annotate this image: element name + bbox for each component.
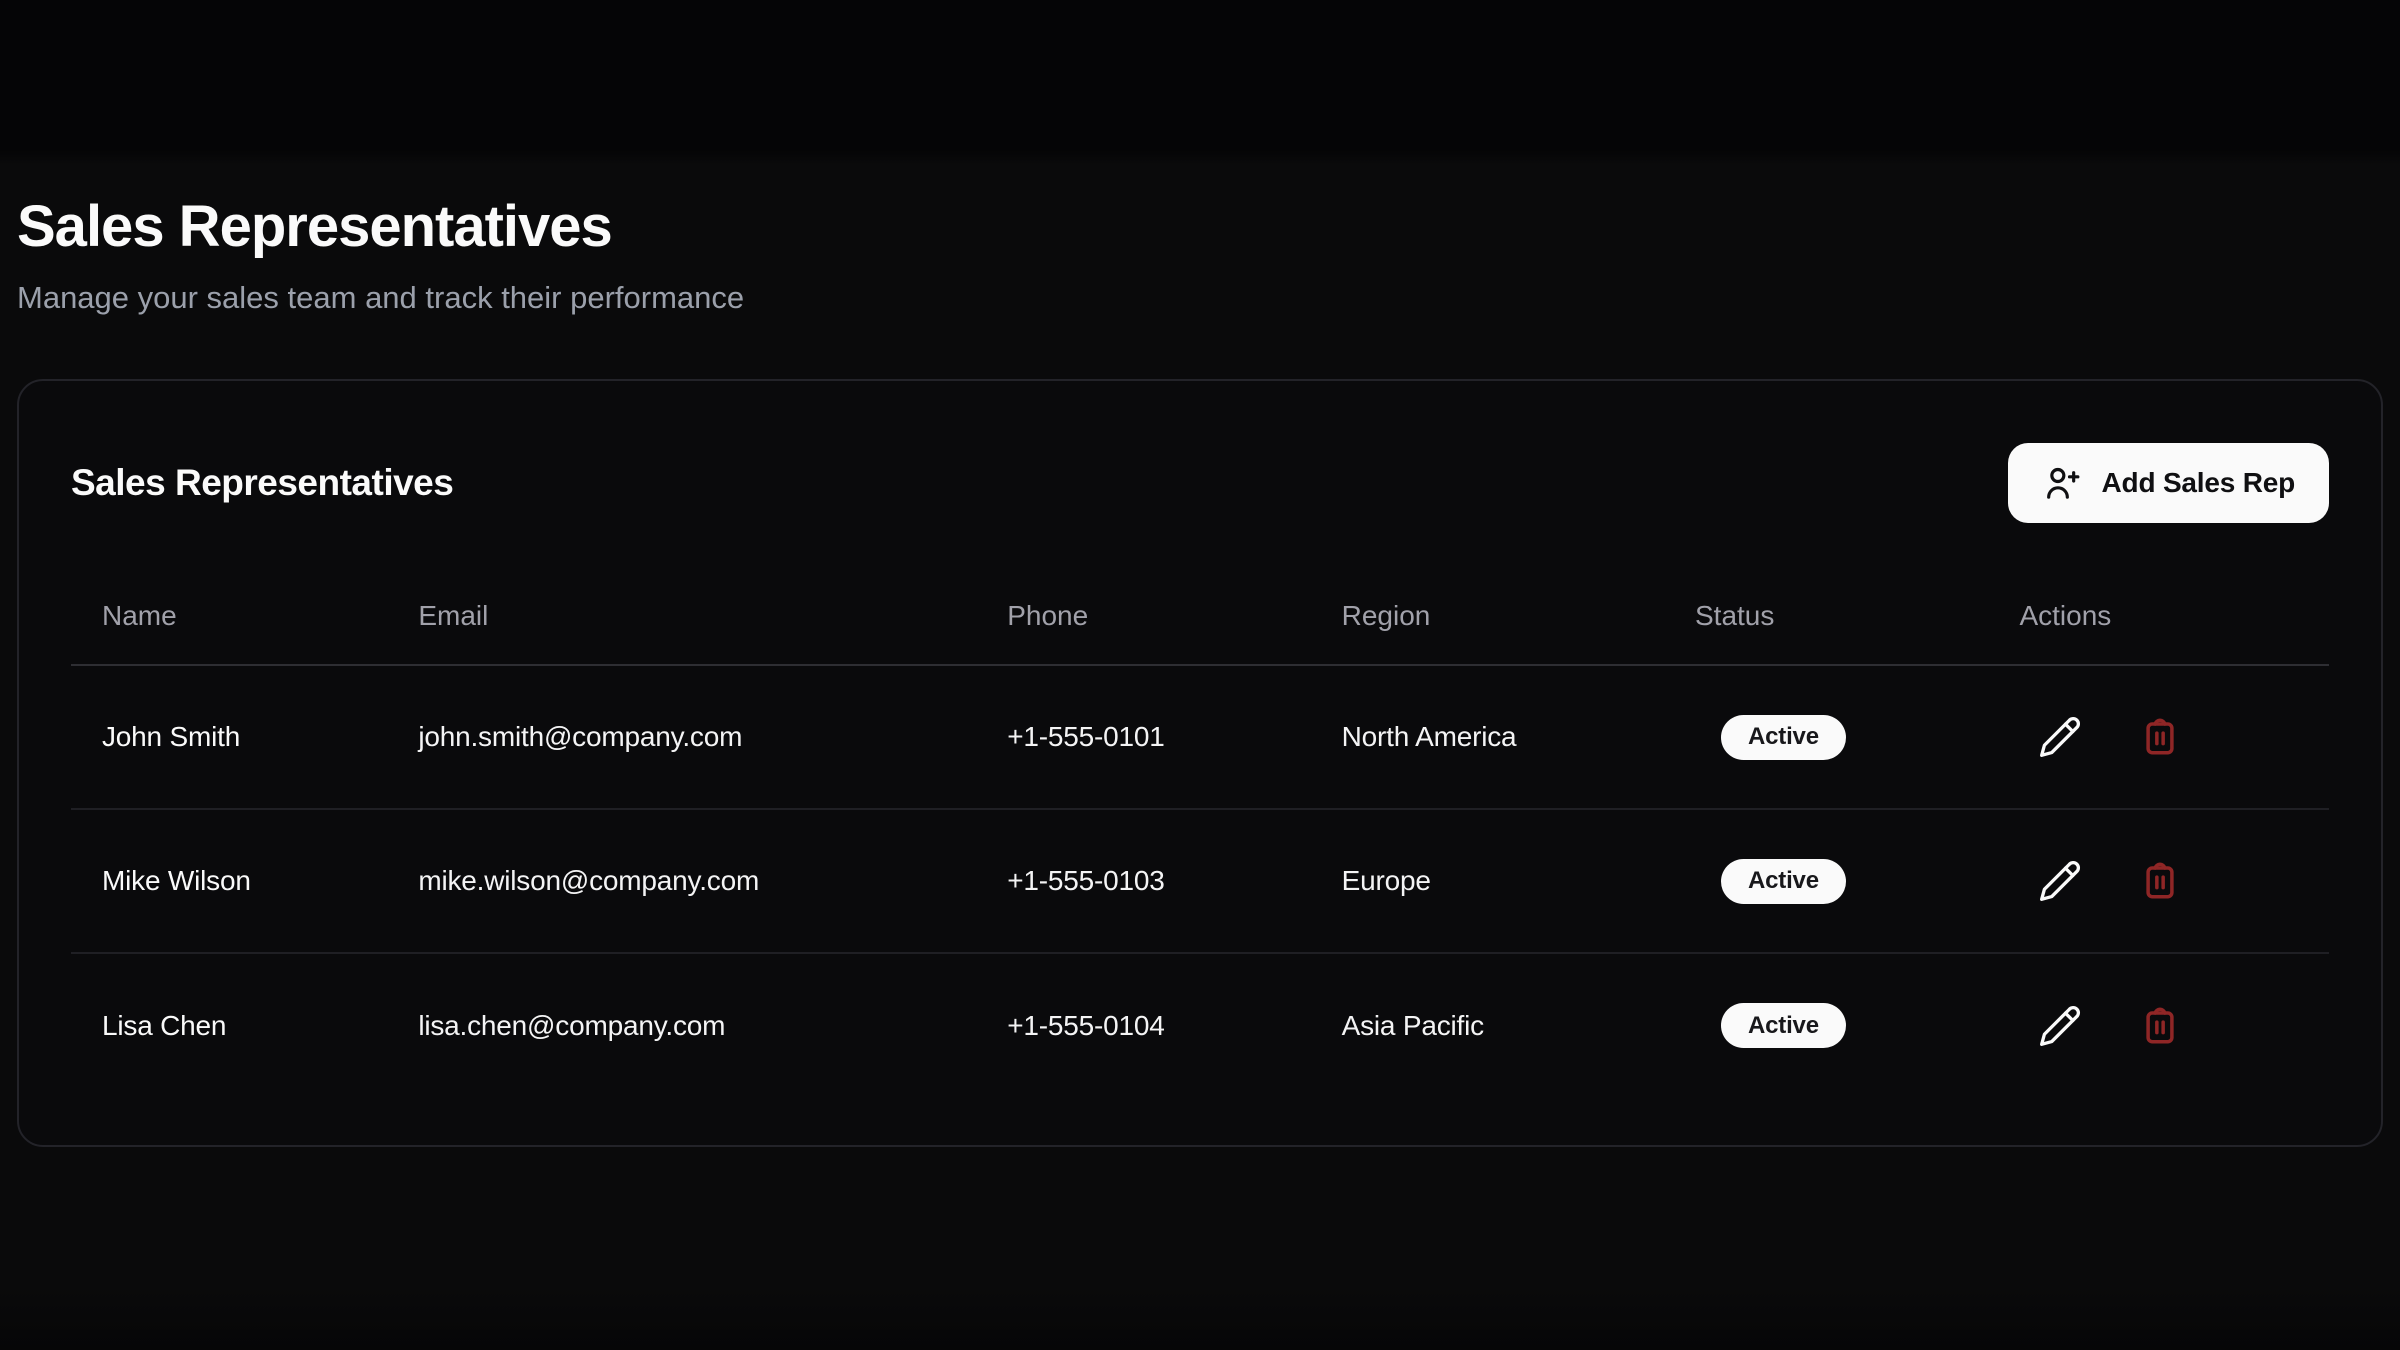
- actions-cell: [1988, 953, 2329, 1097]
- table-row: John Smith john.smith@company.com +1-555…: [71, 665, 2329, 809]
- edit-button[interactable]: [2037, 714, 2083, 760]
- pencil-icon: [2038, 715, 2082, 759]
- row-actions: [2037, 1003, 2319, 1049]
- trash-icon: [2139, 860, 2181, 902]
- actions-cell: [1988, 809, 2329, 953]
- card-title: Sales Representatives: [71, 462, 453, 504]
- page: Sales Representatives Manage your sales …: [0, 0, 2400, 1350]
- region-cell: Asia Pacific: [1311, 953, 1664, 1097]
- table-header-row: NameEmailPhoneRegionStatusActions: [71, 523, 2329, 665]
- edit-button[interactable]: [2037, 1003, 2083, 1049]
- delete-button[interactable]: [2137, 714, 2183, 760]
- delete-button[interactable]: [2137, 1003, 2183, 1049]
- name-cell: Mike Wilson: [71, 809, 387, 953]
- delete-button[interactable]: [2137, 858, 2183, 904]
- page-subtitle: Manage your sales team and track their p…: [17, 277, 2383, 319]
- status-cell: Active: [1664, 809, 1988, 953]
- name-cell: Lisa Chen: [71, 953, 387, 1097]
- status-badge: Active: [1721, 715, 1846, 760]
- trash-icon: [2139, 716, 2181, 758]
- column-header-name: Name: [71, 523, 387, 665]
- table-row: Lisa Chen lisa.chen@company.com +1-555-0…: [71, 953, 2329, 1097]
- phone-cell: +1-555-0101: [976, 665, 1310, 809]
- add-sales-rep-button[interactable]: Add Sales Rep: [2008, 443, 2329, 523]
- page-header: Sales Representatives Manage your sales …: [17, 0, 2383, 319]
- row-actions: [2037, 714, 2319, 760]
- trash-icon: [2139, 1005, 2181, 1047]
- edit-button[interactable]: [2037, 858, 2083, 904]
- phone-cell: +1-555-0103: [976, 809, 1310, 953]
- column-header-region: Region: [1311, 523, 1664, 665]
- column-header-phone: Phone: [976, 523, 1310, 665]
- table-row: Mike Wilson mike.wilson@company.com +1-5…: [71, 809, 2329, 953]
- region-cell: North America: [1311, 665, 1664, 809]
- phone-cell: +1-555-0104: [976, 953, 1310, 1097]
- page-title: Sales Representatives: [17, 193, 2383, 261]
- region-cell: Europe: [1311, 809, 1664, 953]
- status-badge: Active: [1721, 859, 1846, 904]
- sales-reps-card: Sales Representatives Add Sales Rep: [17, 379, 2383, 1147]
- pencil-icon: [2038, 1004, 2082, 1048]
- column-header-actions: Actions: [1988, 523, 2329, 665]
- pencil-icon: [2038, 859, 2082, 903]
- email-cell: mike.wilson@company.com: [387, 809, 976, 953]
- row-actions: [2037, 858, 2319, 904]
- column-header-status: Status: [1664, 523, 1988, 665]
- actions-cell: [1988, 665, 2329, 809]
- card-header: Sales Representatives Add Sales Rep: [71, 443, 2329, 523]
- column-header-email: Email: [387, 523, 976, 665]
- user-plus-icon: [2042, 463, 2082, 503]
- status-badge: Active: [1721, 1003, 1846, 1048]
- status-cell: Active: [1664, 665, 1988, 809]
- sales-reps-table: NameEmailPhoneRegionStatusActions John S…: [71, 523, 2329, 1097]
- name-cell: John Smith: [71, 665, 387, 809]
- email-cell: lisa.chen@company.com: [387, 953, 976, 1097]
- email-cell: john.smith@company.com: [387, 665, 976, 809]
- add-sales-rep-label: Add Sales Rep: [2102, 467, 2295, 499]
- status-cell: Active: [1664, 953, 1988, 1097]
